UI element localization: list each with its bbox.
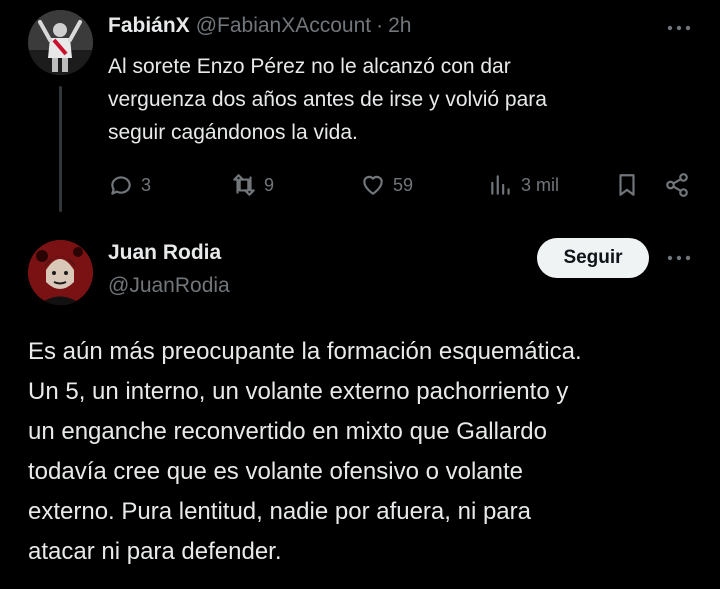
reply-author-name[interactable]: Juan Rodia: [108, 241, 221, 265]
reply-more-options-button[interactable]: [664, 248, 694, 268]
reply-author-handle[interactable]: @JuanRodia: [108, 274, 230, 298]
like-icon: [363, 175, 383, 195]
retweet-button[interactable]: 9: [231, 168, 274, 202]
like-button[interactable]: 59: [360, 168, 413, 202]
tweet-actions: 3 9 59 3 mil: [108, 168, 698, 202]
share-icon: [666, 173, 688, 197]
avatar-fabianx[interactable]: [28, 10, 93, 75]
author-handle[interactable]: @FabianXAccount: [196, 14, 371, 38]
retweet-count: 9: [264, 174, 275, 195]
views-button[interactable]: 3 mil: [488, 168, 559, 202]
follow-button[interactable]: Seguir: [537, 238, 649, 278]
share-button[interactable]: [664, 168, 690, 202]
more-icon: [667, 255, 691, 261]
avatar-juanrodia[interactable]: [28, 240, 93, 305]
author-name[interactable]: FabiánX: [108, 14, 190, 38]
reply-count: 3: [141, 174, 152, 195]
more-options-button[interactable]: [664, 18, 694, 38]
tweet-time[interactable]: 2h: [388, 14, 411, 38]
reply-button[interactable]: 3: [108, 168, 151, 202]
tweet-header: FabiánX @FabianXAccount · 2h: [108, 14, 411, 44]
retweet-icon: [233, 174, 255, 196]
tweet-text: Al sorete Enzo Pérez no le alcanzó con d…: [108, 55, 547, 144]
like-count: 59: [393, 174, 414, 195]
bookmark-icon: [619, 174, 635, 196]
thread-line: [59, 86, 62, 212]
bookmark-button[interactable]: [614, 168, 640, 202]
separator-dot: ·: [376, 14, 384, 37]
views-icon: [491, 175, 510, 195]
more-icon: [667, 25, 691, 31]
views-count: 3 mil: [521, 174, 560, 195]
reply-text: Es aún más preocupante la formación esqu…: [28, 338, 582, 565]
reply-icon: [111, 176, 131, 195]
